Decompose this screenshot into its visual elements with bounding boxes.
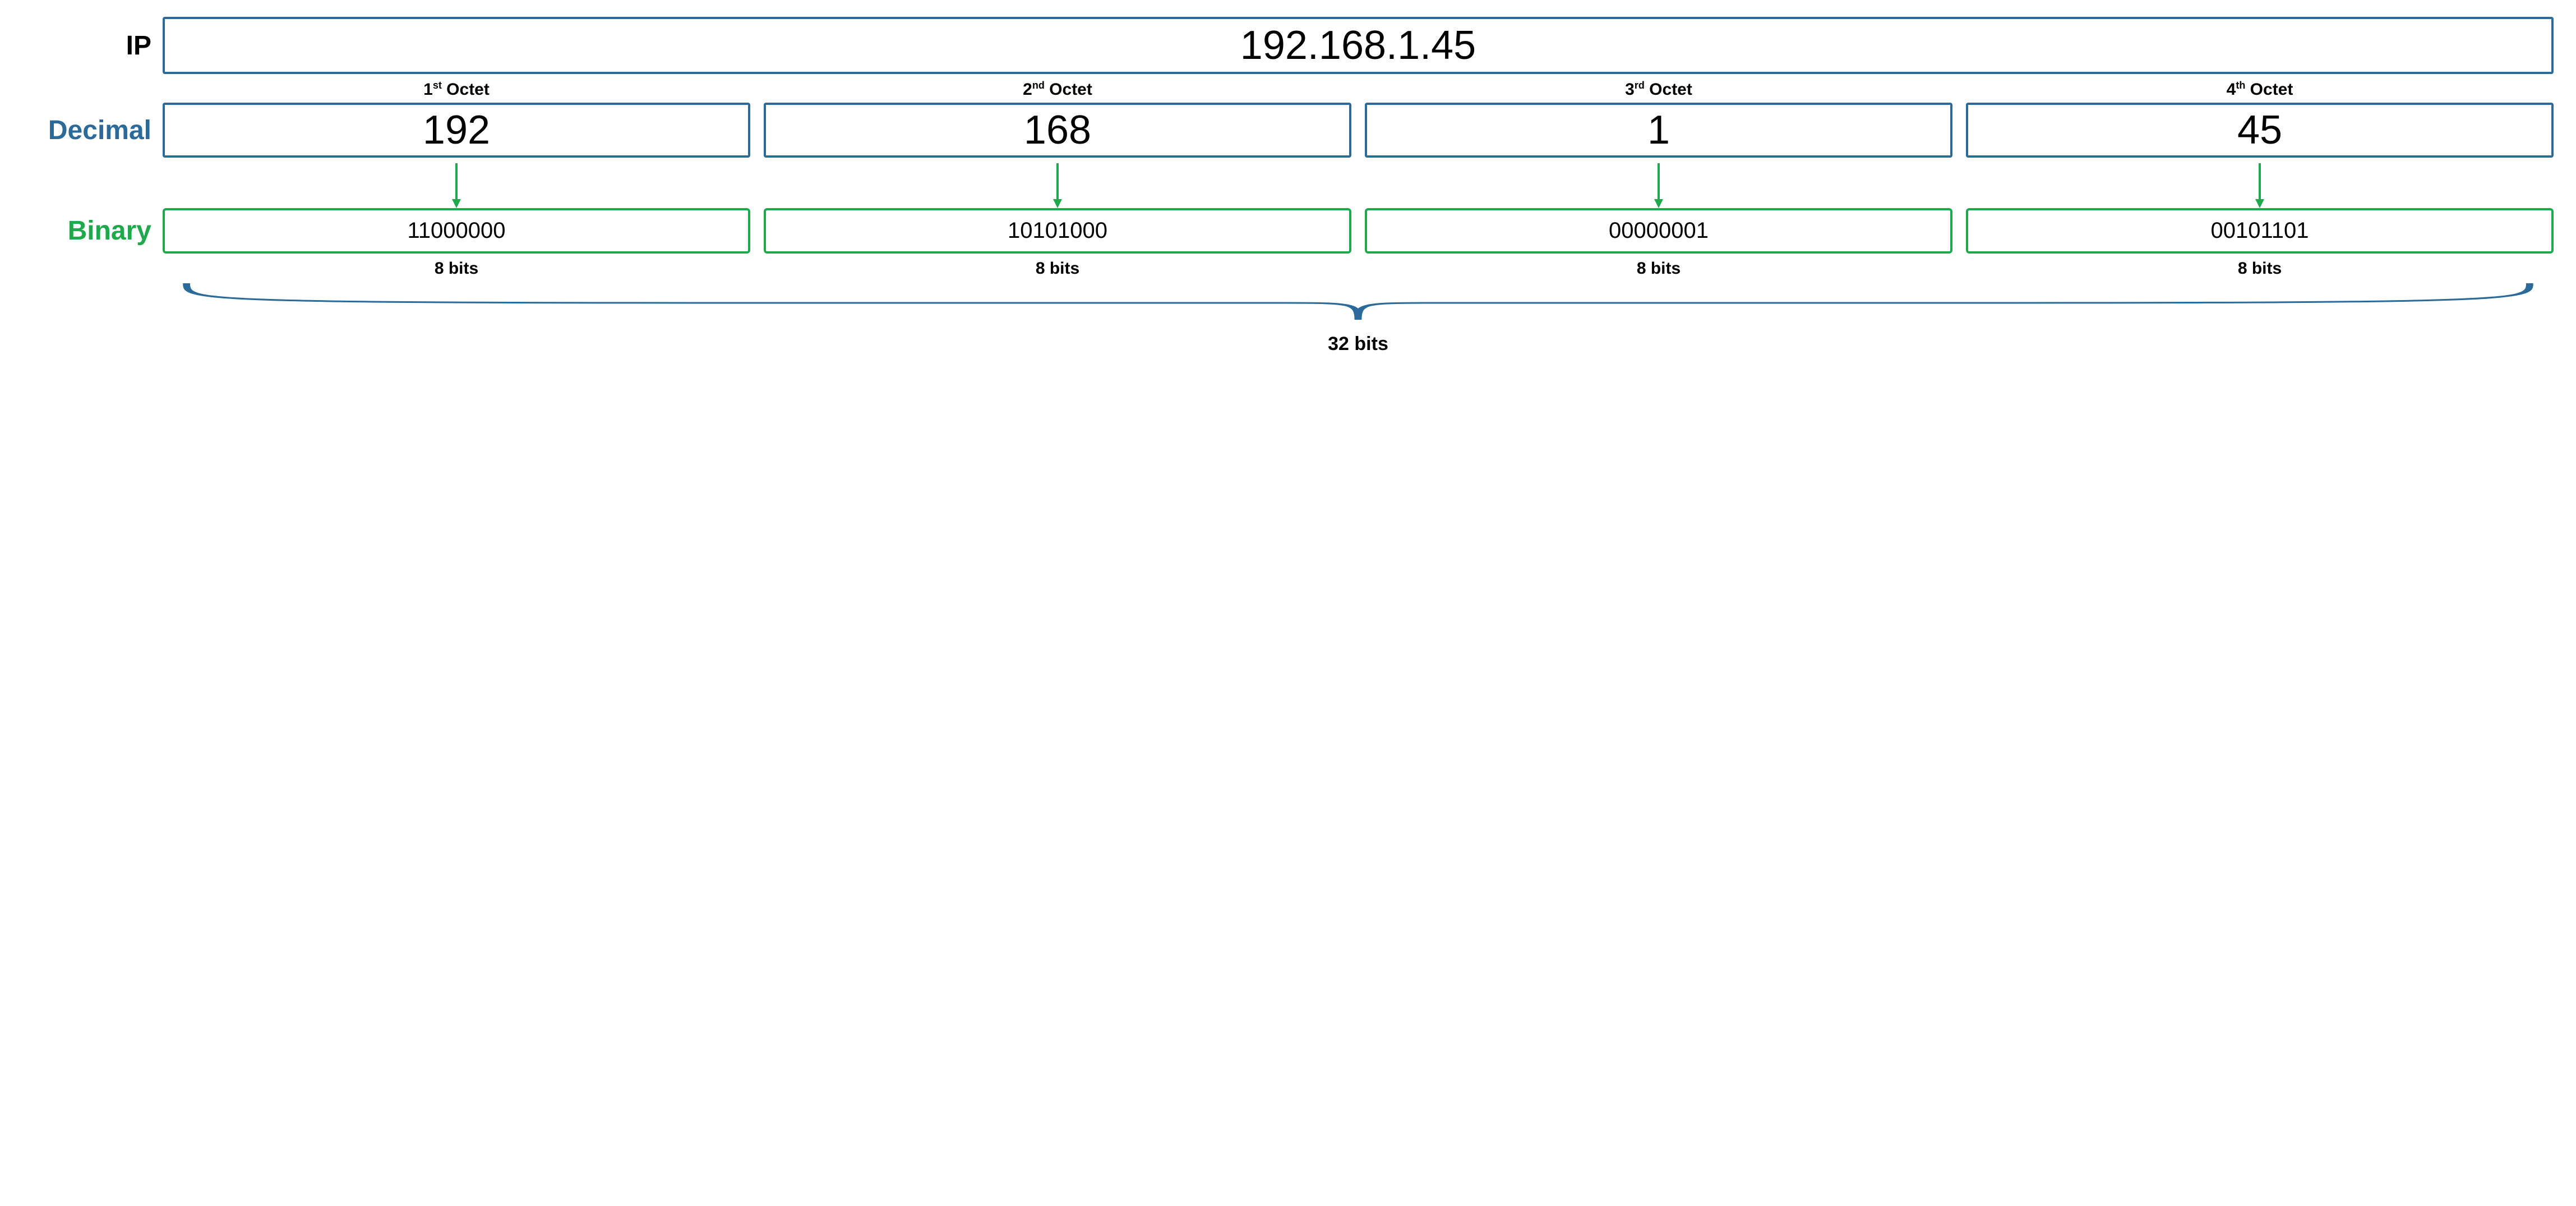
octet-label: 1st Octet xyxy=(423,80,490,99)
arrow-2 xyxy=(764,163,1351,208)
decimal-octet-2: 168 xyxy=(764,103,1351,158)
total-bits-row: 32 bits xyxy=(22,333,2554,355)
decimal-label: Decimal xyxy=(22,115,163,146)
bits-label-4: 8 bits xyxy=(1966,259,2554,278)
octet-header-3: 3rd Octet xyxy=(1365,80,1952,103)
brace-row xyxy=(22,280,2554,331)
arrow-4 xyxy=(1966,163,2554,208)
bits-label-1: 8 bits xyxy=(163,259,750,278)
arrow-row xyxy=(22,163,2554,208)
decimal-octet-4: 45 xyxy=(1966,103,2554,158)
down-arrow-icon xyxy=(1653,163,1664,208)
down-arrow-icon xyxy=(451,163,462,208)
binary-label: Binary xyxy=(22,215,163,246)
decimal-octet-3: 1 xyxy=(1365,103,1952,158)
binary-octet-4: 00101101 xyxy=(1966,208,2554,254)
binary-row: Binary 11000000 10101000 00000001 001011… xyxy=(22,208,2554,254)
bits-row: 8 bits 8 bits 8 bits 8 bits xyxy=(22,259,2554,278)
binary-octet-1: 11000000 xyxy=(163,208,750,254)
binary-octet-3: 00000001 xyxy=(1365,208,1952,254)
ip-address-box: 192.168.1.45 xyxy=(163,17,2554,74)
bits-label-2: 8 bits xyxy=(764,259,1351,278)
ip-row: IP 192.168.1.45 xyxy=(22,17,2554,74)
total-bits-label: 32 bits xyxy=(163,333,2554,355)
octet-label: 2nd Octet xyxy=(1023,80,1092,99)
decimal-octet-1: 192 xyxy=(163,103,750,158)
bits-label-3: 8 bits xyxy=(1365,259,1952,278)
down-arrow-icon xyxy=(2254,163,2265,208)
octet-header-4: 4th Octet xyxy=(1966,80,2554,103)
curly-brace-icon xyxy=(163,280,2554,331)
decimal-row: Decimal 192 168 1 45 xyxy=(22,103,2554,158)
arrow-3 xyxy=(1365,163,1952,208)
octet-header-2: 2nd Octet xyxy=(764,80,1351,103)
octet-header-row: 1st Octet 2nd Octet 3rd Octet 4th Octet xyxy=(22,80,2554,103)
octet-label: 3rd Octet xyxy=(1625,80,1692,99)
octet-label: 4th Octet xyxy=(2227,80,2293,99)
arrow-1 xyxy=(163,163,750,208)
ip-label: IP xyxy=(22,30,163,61)
down-arrow-icon xyxy=(1052,163,1063,208)
binary-octet-2: 10101000 xyxy=(764,208,1351,254)
octet-header-1: 1st Octet xyxy=(163,80,750,103)
